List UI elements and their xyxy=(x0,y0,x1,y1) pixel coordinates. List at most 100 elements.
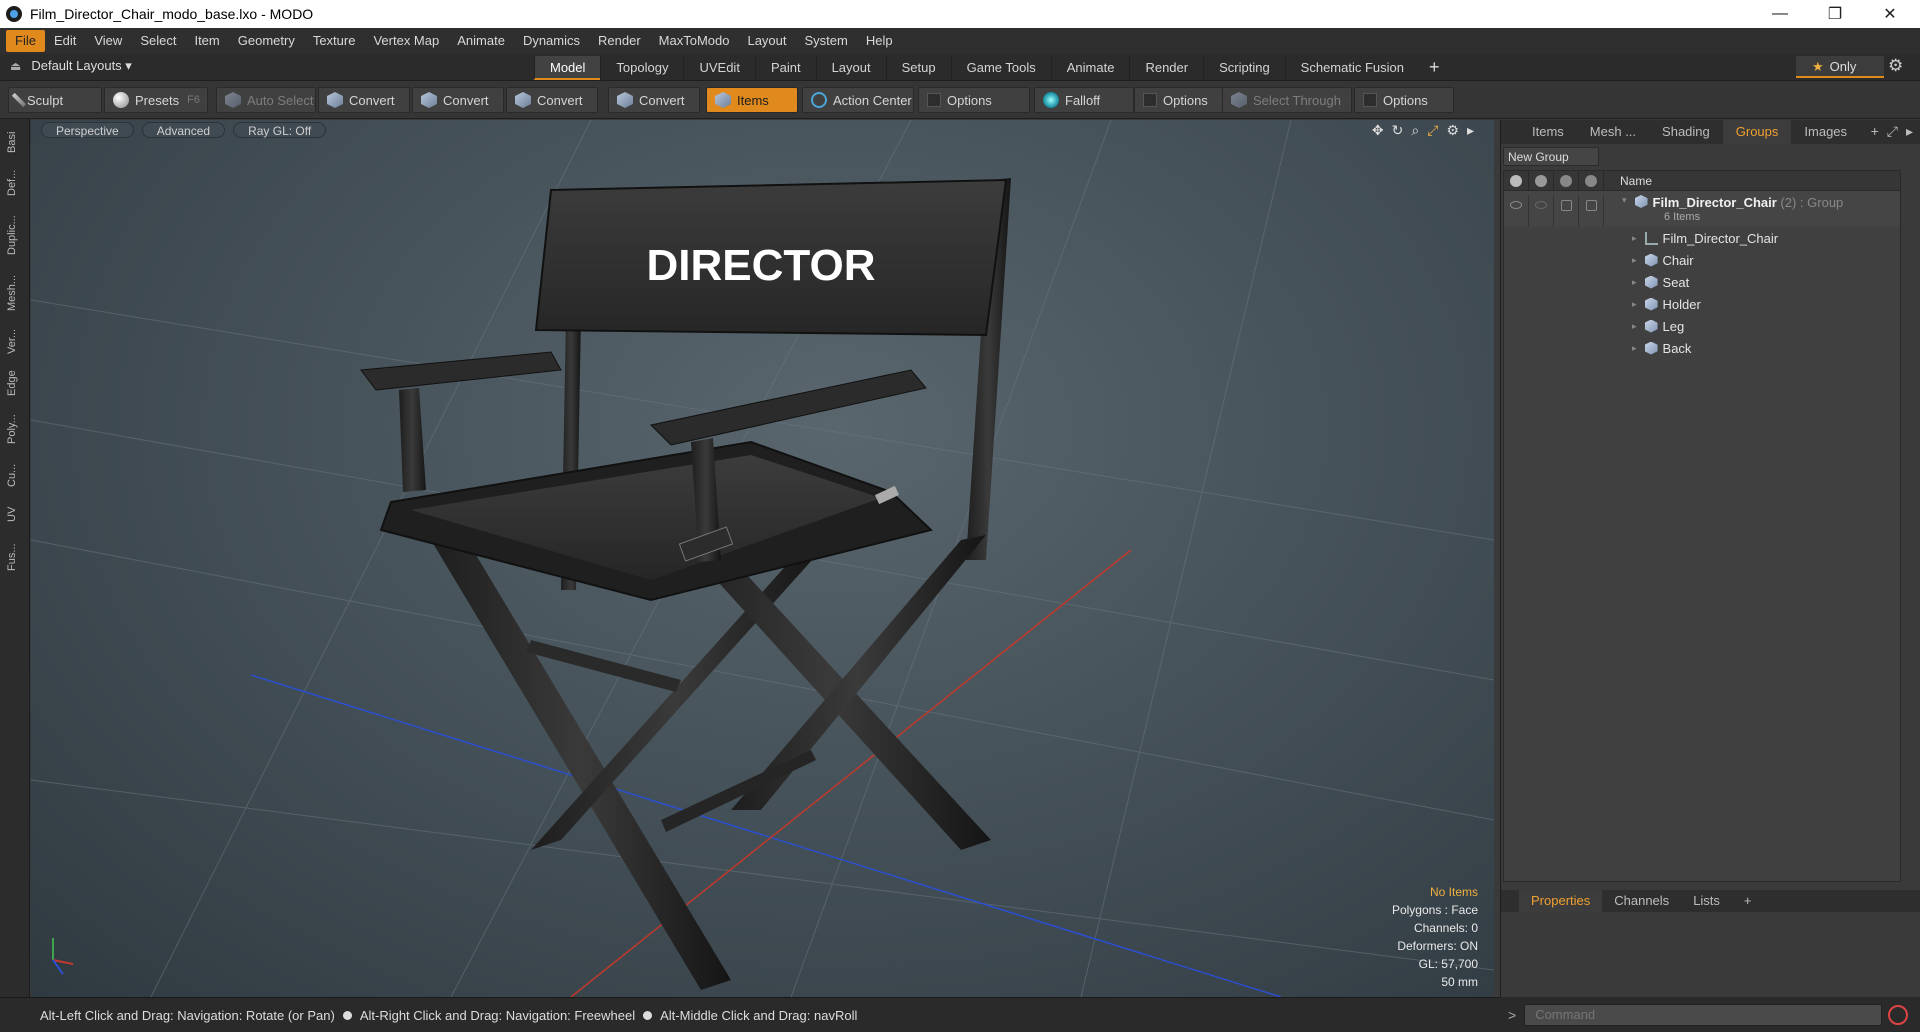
3d-viewport[interactable]: DIRECTOR Perspective Advanced Ray GL: Of… xyxy=(31,120,1494,997)
restore-button[interactable]: ❐ xyxy=(1808,0,1862,28)
list-item[interactable]: ▸ Leg xyxy=(1504,315,1900,337)
strip-tab-deform[interactable]: Def... xyxy=(6,163,24,203)
strip-tab-vertex[interactable]: Ver... xyxy=(6,323,24,359)
only-toggle[interactable]: ★ Only xyxy=(1796,56,1884,78)
action-center-button[interactable]: Action Center xyxy=(802,87,914,113)
zoom-icon[interactable]: ⌕ xyxy=(1411,122,1419,139)
tab-scripting[interactable]: Scripting xyxy=(1203,56,1285,80)
tab-images[interactable]: Images xyxy=(1791,120,1860,144)
tab-mesh[interactable]: Mesh ... xyxy=(1577,120,1649,144)
viewport-settings-icon[interactable]: ⚙ xyxy=(1446,122,1459,139)
tab-items[interactable]: Items xyxy=(1519,120,1577,144)
tab-schematic-fusion[interactable]: Schematic Fusion xyxy=(1284,56,1419,80)
add-tab-icon[interactable]: + xyxy=(1871,123,1879,140)
strip-tab-edge[interactable]: Edge xyxy=(6,365,24,401)
menu-vertex-map[interactable]: Vertex Map xyxy=(364,30,448,52)
list-item[interactable]: ▸ Film_Director_Chair xyxy=(1504,227,1900,249)
menu-help[interactable]: Help xyxy=(857,30,902,52)
name-column-header[interactable]: Name xyxy=(1604,174,1652,188)
expand-arrow-icon[interactable]: ▸ xyxy=(1632,343,1637,354)
expand-arrow-icon[interactable]: ▸ xyxy=(1632,277,1637,288)
items-button[interactable]: Items xyxy=(706,87,798,113)
menu-edit[interactable]: Edit xyxy=(45,30,85,52)
menu-select[interactable]: Select xyxy=(131,30,185,52)
menu-view[interactable]: View xyxy=(85,30,131,52)
convert-button-2[interactable]: Convert xyxy=(412,87,504,113)
home-icon[interactable]: ⏏ xyxy=(10,59,21,73)
strip-tab-mesh[interactable]: Mesh... xyxy=(6,269,24,317)
list-item[interactable]: ▸ Chair xyxy=(1504,249,1900,271)
strip-tab-fusion[interactable]: Fus... xyxy=(6,535,24,579)
strip-tab-uv[interactable]: UV xyxy=(6,499,24,529)
list-item[interactable]: ▸ Back xyxy=(1504,337,1900,359)
expand-arrow-icon[interactable]: ▸ xyxy=(1632,255,1637,266)
tab-properties[interactable]: Properties xyxy=(1519,890,1603,912)
viewport-menu-arrow-icon[interactable]: ▸ xyxy=(1467,122,1474,139)
perspective-button[interactable]: Perspective xyxy=(41,122,134,138)
tab-topology[interactable]: Topology xyxy=(600,56,683,80)
expand-arrow-icon[interactable]: ▸ xyxy=(1632,321,1637,332)
convert-button-3[interactable]: Convert xyxy=(506,87,598,113)
tab-render[interactable]: Render xyxy=(1129,56,1203,80)
visibility-column-icon[interactable] xyxy=(1504,170,1529,191)
menu-dynamics[interactable]: Dynamics xyxy=(514,30,589,52)
select-through-button[interactable]: Select Through xyxy=(1222,87,1352,113)
menu-file[interactable]: File xyxy=(6,30,45,52)
menu-item[interactable]: Item xyxy=(185,30,228,52)
convert-button-1[interactable]: Convert xyxy=(318,87,410,113)
group-row[interactable]: ▾ Film_Director_Chair (2) : Group 6 Item… xyxy=(1504,191,1900,227)
tab-shading[interactable]: Shading xyxy=(1649,120,1723,144)
tab-paint[interactable]: Paint xyxy=(754,56,816,80)
menu-texture[interactable]: Texture xyxy=(304,30,365,52)
tab-setup[interactable]: Setup xyxy=(885,56,951,80)
tab-model[interactable]: Model xyxy=(534,56,601,80)
tab-game-tools[interactable]: Game Tools xyxy=(950,56,1051,80)
menu-animate[interactable]: Animate xyxy=(448,30,514,52)
tab-layout[interactable]: Layout xyxy=(815,56,886,80)
menu-render[interactable]: Render xyxy=(589,30,650,52)
new-group-button[interactable]: New Group xyxy=(1503,147,1599,166)
collapse-arrow-icon[interactable]: ▾ xyxy=(1622,195,1627,206)
command-input[interactable] xyxy=(1524,1003,1883,1026)
tab-groups[interactable]: Groups xyxy=(1722,120,1792,144)
options-button-1[interactable]: Options xyxy=(918,87,1030,113)
lock-icon[interactable] xyxy=(1561,200,1572,211)
strip-tab-basic[interactable]: Basi xyxy=(6,125,24,159)
strip-tab-duplicate[interactable]: Duplic... xyxy=(6,207,24,263)
expand-arrow-icon[interactable]: ▸ xyxy=(1632,299,1637,310)
advanced-button[interactable]: Advanced xyxy=(141,122,226,138)
record-macro-icon[interactable] xyxy=(1888,1004,1909,1025)
strip-tab-curve[interactable]: Cu... xyxy=(6,457,24,493)
rotate-icon[interactable]: ↻ xyxy=(1392,122,1404,139)
lock-column-icon[interactable] xyxy=(1554,170,1579,191)
tab-channels[interactable]: Channels xyxy=(1602,890,1681,912)
options-button-3[interactable]: Options xyxy=(1354,87,1454,113)
tab-uvedit[interactable]: UVEdit xyxy=(683,56,754,80)
tab-animate[interactable]: Animate xyxy=(1050,56,1130,80)
menu-maxtomodo[interactable]: MaxToModo xyxy=(650,30,739,52)
director-chair-model[interactable]: DIRECTOR xyxy=(31,120,1494,997)
select-lock-icon[interactable] xyxy=(1586,200,1597,211)
menu-geometry[interactable]: Geometry xyxy=(229,30,304,52)
close-button[interactable]: ✕ xyxy=(1863,0,1917,28)
minimize-button[interactable]: — xyxy=(1753,0,1807,28)
auto-select-button[interactable]: Auto Select xyxy=(216,87,316,113)
expand-arrow-icon[interactable]: ▸ xyxy=(1632,233,1637,244)
pan-icon[interactable]: ✥ xyxy=(1372,122,1384,139)
raygl-button[interactable]: Ray GL: Off xyxy=(233,122,327,138)
render-eye-icon[interactable] xyxy=(1535,201,1547,209)
list-item[interactable]: ▸ Holder xyxy=(1504,293,1900,315)
strip-tab-polygon[interactable]: Poly... xyxy=(6,407,24,451)
menu-system[interactable]: System xyxy=(796,30,857,52)
fit-icon[interactable]: ⤢ xyxy=(1427,122,1438,139)
tab-lists[interactable]: Lists xyxy=(1681,890,1732,912)
add-tab-button[interactable]: + xyxy=(1419,56,1450,80)
options-button-2[interactable]: Options xyxy=(1134,87,1232,113)
convert-button-4[interactable]: Convert xyxy=(608,87,700,113)
add-properties-tab-icon[interactable]: + xyxy=(1732,890,1764,912)
select-column-icon[interactable] xyxy=(1579,170,1604,191)
sculpt-button[interactable]: Sculpt xyxy=(8,87,102,113)
layout-selector[interactable]: Default Layouts ▾ xyxy=(31,58,131,74)
presets-button[interactable]: Presets F6 xyxy=(104,87,208,113)
expand-icon[interactable]: ⤢ xyxy=(1887,123,1898,140)
